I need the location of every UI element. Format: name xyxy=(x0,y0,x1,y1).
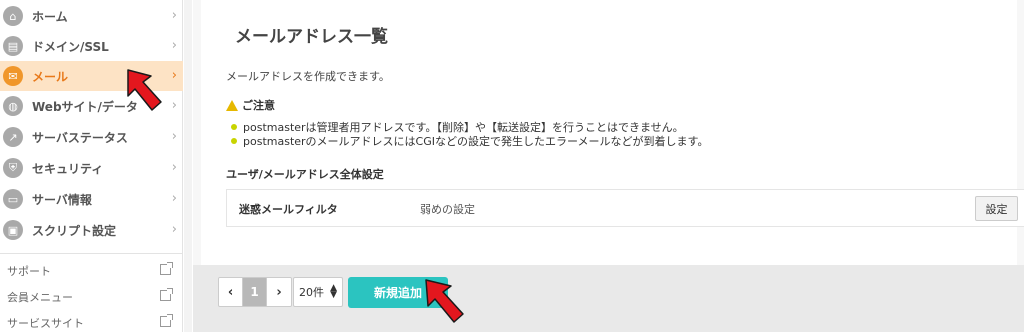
per-page-select[interactable]: 20件 ▲ ▼ xyxy=(293,277,343,307)
settings-section-heading: ユーザ/メールアドレス全体設定 xyxy=(226,168,384,181)
prev-page-button[interactable]: ‹ xyxy=(219,278,243,306)
external-link-icon xyxy=(160,314,173,327)
warning-icon xyxy=(226,99,238,111)
notice-heading-text: ご注意 xyxy=(242,99,275,112)
sidebar-item-label: セキュリティ xyxy=(32,161,104,176)
sidebar-item-server-info[interactable]: ▭ サーバ情報 › xyxy=(0,184,183,214)
sidebar-scrollbar[interactable] xyxy=(184,0,192,332)
settings-row: 迷惑メールフィルタ 弱めの設定 設定 xyxy=(226,189,1024,227)
chevron-right-icon: › xyxy=(171,8,177,23)
server-icon: ▭ xyxy=(3,189,23,209)
home-icon: ⌂ xyxy=(3,6,23,26)
sidebar-item-home[interactable]: ⌂ ホーム › xyxy=(0,1,183,31)
chevron-right-icon: › xyxy=(171,98,177,113)
bullet-icon xyxy=(231,124,237,130)
sidebar-item-label: スクリプト設定 xyxy=(32,223,117,238)
bullet-icon xyxy=(231,138,237,144)
sidebar-item-label: ドメイン/SSL xyxy=(32,39,109,54)
sidebar-link-label: サービスサイト xyxy=(7,317,84,330)
sidebar-item-domain[interactable]: ▤ ドメイン/SSL › xyxy=(0,31,183,61)
sidebar-item-script[interactable]: ▣ スクリプト設定 › xyxy=(0,215,183,245)
sidebar-item-server-status[interactable]: ↗ サーバステータス › xyxy=(0,122,183,152)
next-page-button[interactable]: › xyxy=(267,278,291,306)
page-description: メールアドレスを作成できます。 xyxy=(226,70,390,83)
sidebar-item-label: サーバ情報 xyxy=(32,192,92,207)
notice-line: postmasterのメールアドレスにはCGIなどの設定で発生したエラーメールな… xyxy=(231,133,708,149)
chart-icon: ↗ xyxy=(3,127,23,147)
sidebar-item-label: サーバステータス xyxy=(32,130,128,145)
chevron-right-icon: › xyxy=(171,222,177,237)
main-content: メールアドレス一覧 メールアドレスを作成できます。 ご注意 postmaster… xyxy=(193,0,1024,332)
domain-icon: ▤ xyxy=(3,36,23,56)
page-number-button[interactable]: 1 xyxy=(243,278,267,306)
sidebar-item-label: メール xyxy=(32,69,69,84)
annotation-arrow-icon xyxy=(425,279,464,323)
sidebar-item-label: ホーム xyxy=(32,9,68,24)
per-page-value: 20件 xyxy=(299,286,324,299)
chevron-right-icon: › xyxy=(171,68,177,83)
mail-icon: ✉ xyxy=(3,66,23,86)
sidebar-divider xyxy=(0,253,183,254)
notice-heading: ご注意 xyxy=(226,97,275,113)
page-title: メールアドレス一覧 xyxy=(235,27,388,47)
spam-filter-value: 弱めの設定 xyxy=(420,203,475,216)
chevron-right-icon: › xyxy=(171,38,177,53)
sidebar-link-label: サポート xyxy=(7,265,51,278)
chevron-right-icon: › xyxy=(171,160,177,175)
sidebar-link-support[interactable]: サポート xyxy=(0,258,183,284)
annotation-arrow-icon xyxy=(127,69,162,111)
content-panel: メールアドレス一覧 メールアドレスを作成できます。 ご注意 postmaster… xyxy=(201,0,1024,265)
external-link-icon xyxy=(160,288,173,301)
chevron-right-icon: › xyxy=(171,129,177,144)
pagination: ‹ 1 › xyxy=(218,277,292,307)
sidebar-link-member-menu[interactable]: 会員メニュー xyxy=(0,284,183,310)
external-link-icon xyxy=(160,262,173,275)
spam-filter-settings-button[interactable]: 設定 xyxy=(975,196,1018,221)
footer-bar: ‹ 1 › 20件 ▲ ▼ 新規追加 xyxy=(193,265,1024,332)
chevron-right-icon: › xyxy=(171,191,177,206)
spam-filter-label: 迷惑メールフィルタ xyxy=(239,203,338,216)
web-icon: ◍ xyxy=(3,96,23,116)
sidebar-link-service-site[interactable]: サービスサイト xyxy=(0,310,183,332)
shield-icon: ⛨ xyxy=(3,158,23,178)
sidebar-item-security[interactable]: ⛨ セキュリティ › xyxy=(0,153,183,183)
notice-line-text: postmasterのメールアドレスにはCGIなどの設定で発生したエラーメールな… xyxy=(243,135,709,148)
sidebar: ⌂ ホーム › ▤ ドメイン/SSL › ✉ メール › ◍ Webサイト/デー… xyxy=(0,0,183,332)
script-icon: ▣ xyxy=(3,220,23,240)
sidebar-link-label: 会員メニュー xyxy=(7,291,73,304)
sort-caret-icon: ▲ ▼ xyxy=(330,283,337,300)
